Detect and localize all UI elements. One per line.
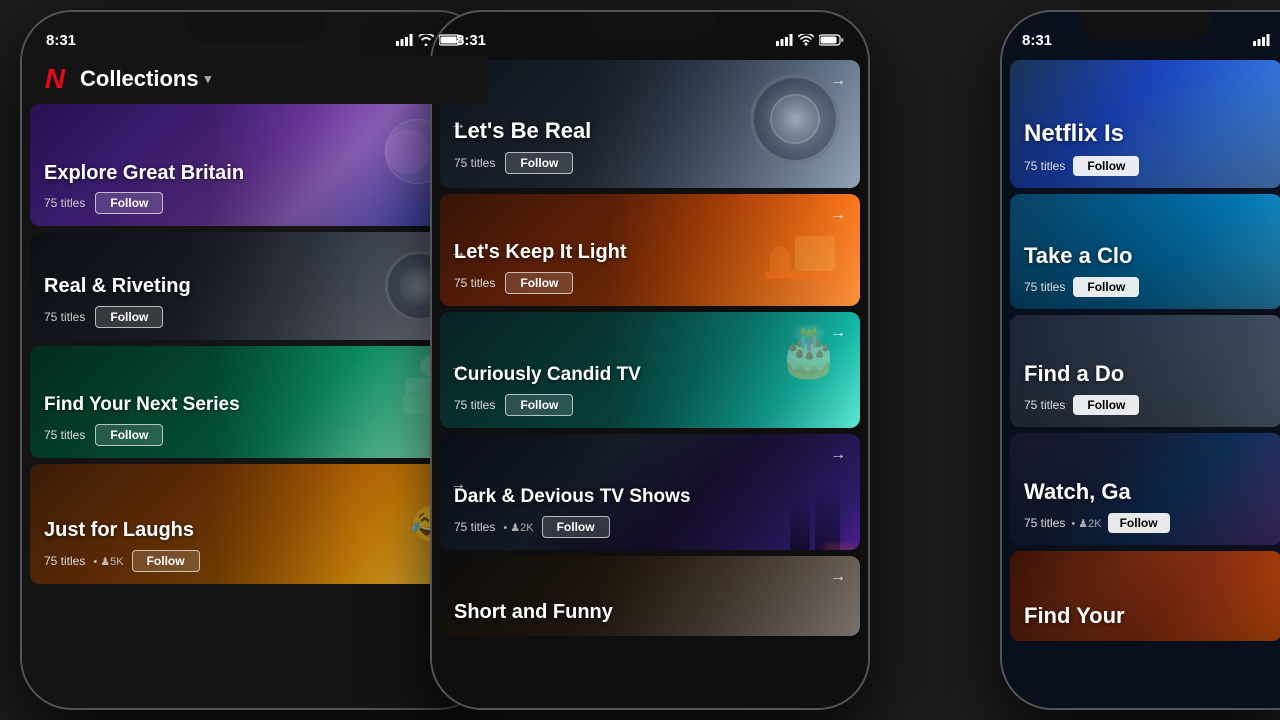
card-title-4: Just for Laughs [44,519,466,542]
follow-btn-doc[interactable]: Follow [1073,395,1139,415]
card-title-take: Take a Clo [1024,243,1276,269]
card-title-doc: Find a Do [1024,361,1276,387]
titles-count-3: 75 titles [44,428,85,442]
chevron-icon: ▾ [205,71,212,87]
time-1: 8:31 [46,32,76,49]
battery-icon-2 [819,34,844,46]
card-take-clo[interactable]: Take a Clo 75 titles Follow [1010,194,1280,309]
wifi-icon-2 [798,34,814,46]
card-great-britain[interactable]: → Explore Great Britain 75 titles Follow [30,104,480,226]
card-laughs[interactable]: 😂 → Just for Laughs 75 titles • ♟5K Foll… [30,464,480,584]
collections-title[interactable]: Collections ▾ [80,66,211,92]
follow-btn-watch[interactable]: Follow [1108,513,1170,533]
card-title: Explore Great Britain [44,162,466,184]
follow-btn-netflix[interactable]: Follow [1073,156,1139,176]
signal-icon-3 [1253,34,1270,46]
card-title-keep: Let's Keep It Light [454,241,846,264]
time-2: 8:31 [456,32,486,49]
arrow-icon-candid: → [830,324,846,342]
follow-btn-keep[interactable]: Follow [505,272,573,294]
card-find-your[interactable]: Find Your [1010,551,1280,641]
status-icons-3 [1253,34,1270,46]
card-candid[interactable]: 🎂 → Curiously Candid TV 75 titles Follow [440,312,860,428]
signal-icon-2 [776,34,793,46]
phone-2: 8:31 [430,10,870,710]
card-short-funny[interactable]: → Short and Funny [440,556,860,636]
card-title-lets: Let's Be Real [454,118,846,144]
follow-btn-candid[interactable]: Follow [505,394,573,416]
card-watch-ga[interactable]: Watch, Ga 75 titles • ♟2K Follow [1010,433,1280,545]
follow-btn-lets[interactable]: Follow [505,152,573,174]
card-lets-be-real[interactable]: → Let's Be Real 75 titles Follow [440,60,860,188]
card-title-watch: Watch, Ga [1024,479,1276,505]
signal-icon [396,34,413,46]
follow-btn-4[interactable]: Follow [132,550,200,572]
phone-3: 8:31 Netflix Is 75 titles Follow [1000,10,1280,710]
card-dark-devious[interactable]: → Dark & Devious TV Shows 75 titles • ♟2… [440,434,860,550]
follow-btn[interactable]: Follow [95,192,163,214]
arrow-icon-short: → [830,568,846,586]
card-title-3: Find Your Next Series [44,394,466,416]
titles-count: 75 titles [44,196,85,210]
netflix-logo: N [40,64,70,94]
card-find-doc[interactable]: Find a Do 75 titles Follow [1010,315,1280,427]
arrow-icon-keep: → [830,206,846,224]
follow-btn-take[interactable]: Follow [1073,277,1139,297]
card-riveting[interactable]: → Real & Riveting 75 titles Follow [30,232,480,340]
titles-count-2: 75 titles [44,310,85,324]
time-3: 8:31 [1022,32,1052,49]
titles-count-4: 75 titles [44,554,85,568]
follow-btn-dark[interactable]: Follow [542,516,610,538]
arrow-icon-dark: → [830,446,846,464]
arrow-icon-lets: → [830,72,846,90]
card-title-candid: Curiously Candid TV [454,364,846,386]
card-keep-light[interactable]: → Let's Keep It Light 75 titles Follow [440,194,860,306]
card-title-netflix: Netflix Is [1024,120,1276,148]
card-title-short: Short and Funny [454,601,846,624]
follow-btn-2[interactable]: Follow [95,306,163,328]
app-header-1: N Collections ▾ [22,56,488,104]
follow-btn-3[interactable]: Follow [95,424,163,446]
phone-1: 8:31 N Collections ▾ [20,10,490,710]
card-title-2: Real & Riveting [44,275,466,298]
card-title-find-your: Find Your [1024,603,1276,629]
card-next-series[interactable]: → Find Your Next Series 75 titles Follow [30,346,480,458]
card-netflix-is[interactable]: Netflix Is 75 titles Follow [1010,60,1280,188]
followers-count-4: • ♟5K [93,555,123,568]
card-title-dark: Dark & Devious TV Shows [454,487,846,508]
